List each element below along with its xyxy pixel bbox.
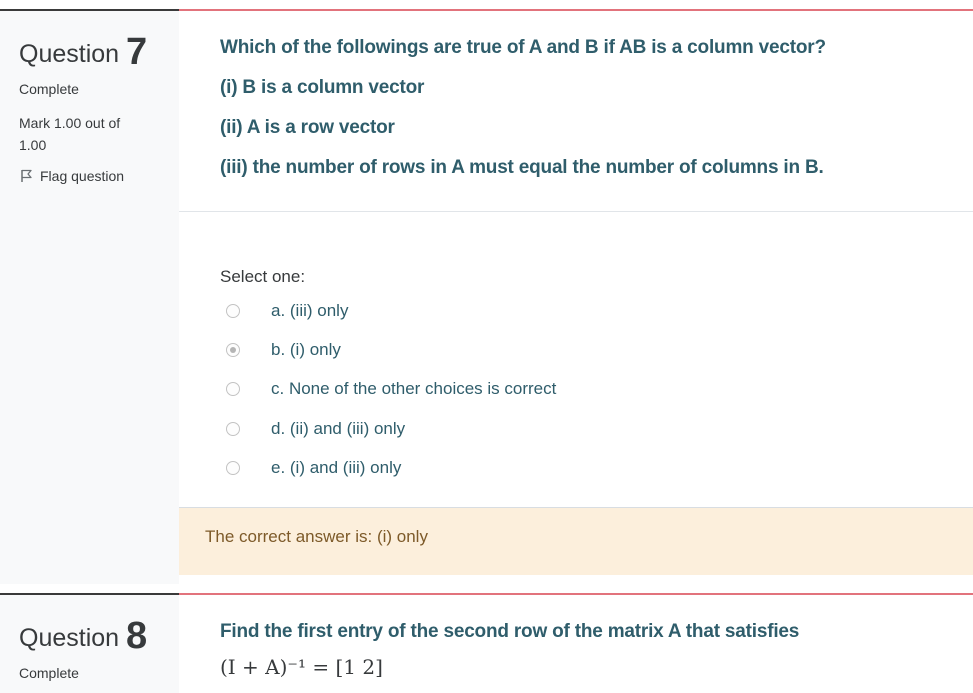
matrix-formula: (I + A)⁻¹ = [1 2] (220, 655, 383, 679)
flag-icon (19, 169, 33, 183)
flag-question-link[interactable]: Flag question (19, 168, 124, 184)
radio-button[interactable] (226, 461, 240, 475)
question-state: Complete (19, 81, 79, 97)
question-number: Question 8 (19, 613, 148, 657)
radio-button[interactable] (226, 382, 240, 396)
question-text-line: Which of the followings are true of A an… (220, 37, 826, 58)
radio-button-selected[interactable] (226, 343, 240, 357)
correct-answer-feedback: The correct answer is: (i) only (179, 508, 973, 575)
correct-answer-text: The correct answer is: (i) only (205, 527, 428, 546)
answer-option-label[interactable]: d. (ii) and (iii) only (271, 419, 405, 439)
radio-button[interactable] (226, 422, 240, 436)
flag-question-label: Flag question (40, 168, 125, 184)
question-content: Find the first entry of the second row o… (179, 593, 973, 693)
answer-prompt: Select one: (220, 267, 306, 286)
question-state: Complete (19, 665, 79, 681)
question-text-line: Find the first entry of the second row o… (220, 621, 800, 642)
radio-button[interactable] (226, 304, 240, 318)
question-mark: Mark 1.00 out of 1.00 (19, 115, 121, 153)
question-text-line: (ii) A is a row vector (220, 117, 395, 138)
answer-option-label[interactable]: a. (iii) only (271, 301, 348, 321)
question-info: Question 8 Complete (0, 593, 179, 693)
question-info: Question 7 Complete Mark 1.00 out of 1.0… (0, 9, 179, 584)
question-7: Question 7 Complete Mark 1.00 out of 1.0… (0, 9, 973, 584)
question-label: Question (19, 40, 120, 68)
question-number-value: 7 (126, 31, 148, 73)
question-number: Question 7 (19, 29, 148, 73)
answer-option-label[interactable]: e. (i) and (iii) only (271, 458, 401, 478)
answer-option-label[interactable]: b. (i) only (271, 340, 341, 360)
question-text-line: (i) B is a column vector (220, 77, 425, 98)
question-formulation: Which of the followings are true of A an… (179, 11, 973, 508)
answer-option-label[interactable]: c. None of the other choices is correct (271, 379, 556, 399)
question-divider (179, 211, 973, 212)
question-8: Question 8 Complete Find the first entry… (0, 593, 973, 693)
question-text-line: (iii) the number of rows in A must equal… (220, 157, 824, 178)
question-label: Question (19, 624, 120, 652)
question-content: Which of the followings are true of A an… (179, 9, 973, 584)
question-number-value: 8 (126, 615, 148, 657)
